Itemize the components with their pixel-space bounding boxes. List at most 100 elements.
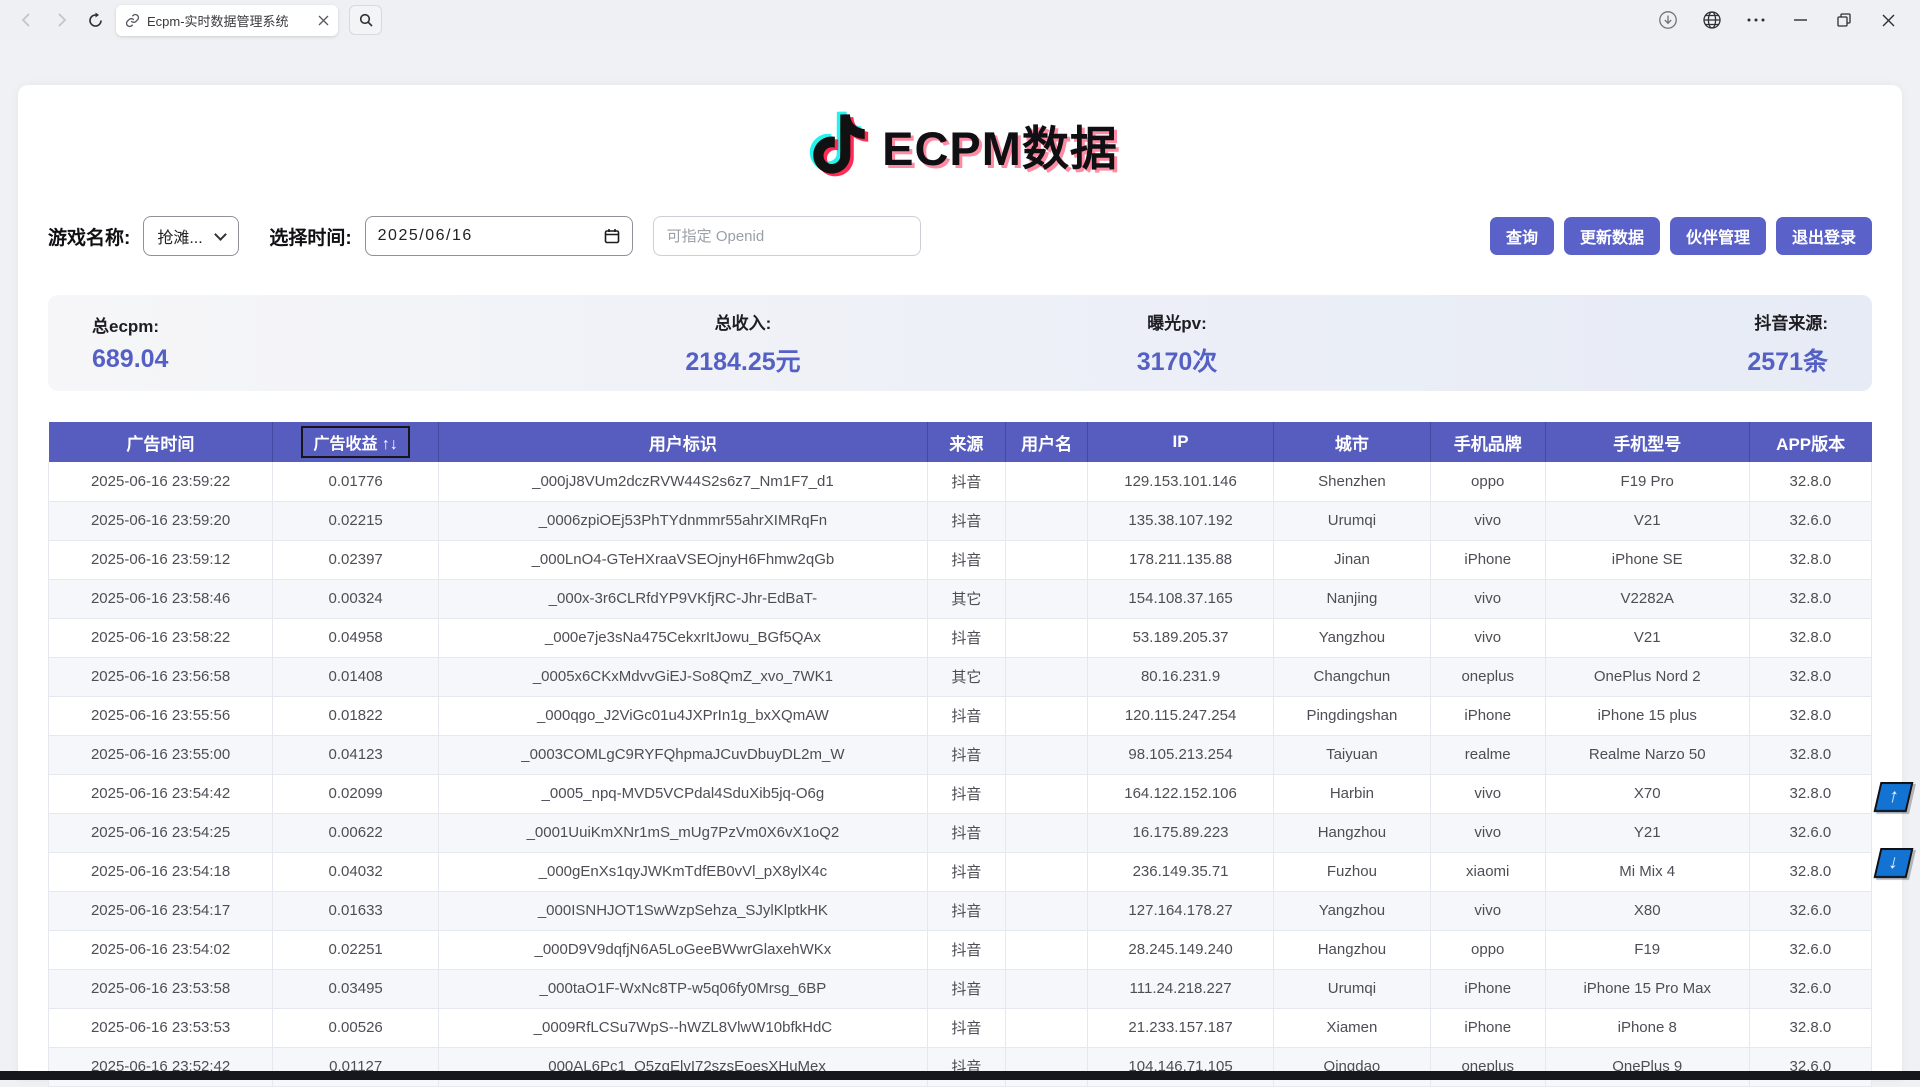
more-options-button[interactable] [1734,3,1778,37]
table-cell: 80.16.231.9 [1088,657,1274,696]
scroll-to-top-button[interactable]: ↑ [1874,782,1914,812]
arrow-down-icon: ↓ [1886,852,1901,874]
table-cell [1006,1008,1088,1047]
tab-close-button[interactable] [318,15,329,26]
back-button[interactable] [10,3,44,37]
table-cell: _0005x6CKxMdvvGiEJ-So8QmZ_xvo_7WK1 [439,657,928,696]
table-cell: _000ISNHJOT1SwWzpSehza_SJylKlptkHK [439,891,928,930]
table-cell: 0.04958 [273,618,439,657]
table-cell: 32.8.0 [1749,579,1871,618]
column-header[interactable]: 广告收益 ↑↓ [273,422,439,462]
table-cell: 0.01822 [273,696,439,735]
table-cell: vivo [1430,618,1545,657]
restore-button[interactable] [1822,3,1866,37]
table-cell: Jinan [1274,540,1431,579]
table-cell: F19 [1545,930,1749,969]
table-cell: 抖音 [927,852,1005,891]
search-button[interactable] [349,5,382,35]
table-cell: 0.04032 [273,852,439,891]
browser-tab[interactable]: Ecpm-实时数据管理系统 [116,5,338,36]
table-row: 2025-06-16 23:53:530.00526_0009RfLCSu7Wp… [49,1008,1872,1047]
table-cell: _0005_npq-MVD5VCPdal4SduXib5jq-O6g [439,774,928,813]
table-cell: 2025-06-16 23:54:17 [49,891,273,930]
table-cell: 32.8.0 [1749,852,1871,891]
update-data-button[interactable]: 更新数据 [1564,217,1660,255]
table-cell: 0.00526 [273,1008,439,1047]
table-cell [1006,579,1088,618]
table-cell: OnePlus Nord 2 [1545,657,1749,696]
table-cell: Hangzhou [1274,930,1431,969]
table-row: 2025-06-16 23:55:000.04123_0003COMLgC9RY… [49,735,1872,774]
table-cell: 21.233.157.187 [1088,1008,1274,1047]
minimize-button[interactable] [1778,3,1822,37]
data-table: 广告时间广告收益 ↑↓用户标识来源用户名IP城市手机品牌手机型号APP版本 20… [48,422,1872,1087]
table-cell: F19 Pro [1545,462,1749,501]
sort-revenue-button[interactable]: 广告收益 ↑↓ [301,426,409,458]
table-cell: iPhone [1430,969,1545,1008]
openid-input[interactable] [653,216,921,256]
game-select[interactable]: 抢滩... [143,216,239,256]
window-close-button[interactable] [1866,3,1910,37]
table-cell: 32.8.0 [1749,696,1871,735]
table-cell: Realme Narzo 50 [1545,735,1749,774]
table-cell: 0.02099 [273,774,439,813]
table-cell: 0.01408 [273,657,439,696]
column-header: 广告时间 [49,422,273,462]
table-cell: 2025-06-16 23:53:53 [49,1008,273,1047]
table-cell: Fuzhou [1274,852,1431,891]
stat-value: 689.04 [92,345,168,374]
table-cell: Xiamen [1274,1008,1431,1047]
table-cell [1006,696,1088,735]
table-cell: vivo [1430,891,1545,930]
table-cell: 2025-06-16 23:59:12 [49,540,273,579]
table-cell [1006,462,1088,501]
column-header: 来源 [927,422,1005,462]
logout-button[interactable]: 退出登录 [1776,217,1872,255]
table-cell: 32.8.0 [1749,1008,1871,1047]
table-cell: 120.115.247.254 [1088,696,1274,735]
partner-manage-button[interactable]: 伙伴管理 [1670,217,1766,255]
table-cell: 16.175.89.223 [1088,813,1274,852]
table-cell: Y21 [1545,813,1749,852]
calendar-icon[interactable] [604,228,620,244]
table-cell: 2025-06-16 23:54:42 [49,774,273,813]
table-row: 2025-06-16 23:52:420.01127_000AL6Pc1_O5z… [49,1047,1872,1086]
scroll-to-bottom-button[interactable]: ↓ [1874,848,1914,878]
table-cell: 0.02397 [273,540,439,579]
date-input[interactable]: 2025/06/16 [365,216,633,256]
stat-label: 曝光pv: [1147,309,1207,334]
table-cell: 0.02251 [273,930,439,969]
table-cell: Hangzhou [1274,813,1431,852]
table-cell: _0009RfLCSu7WpS--hWZL8VlwW10bfkHdC [439,1008,928,1047]
table-row: 2025-06-16 23:59:220.01776_000jJ8VUm2dcz… [49,462,1872,501]
globe-button[interactable] [1690,3,1734,37]
table-cell: iPhone [1430,1008,1545,1047]
download-button[interactable] [1646,3,1690,37]
table-cell: 129.153.101.146 [1088,462,1274,501]
table-cell: 32.8.0 [1749,618,1871,657]
stat-label: 总ecpm: [92,312,159,337]
refresh-button[interactable] [78,3,112,37]
table-cell: 抖音 [927,813,1005,852]
forward-button[interactable] [44,3,78,37]
table-cell: 32.8.0 [1749,735,1871,774]
column-header: 手机品牌 [1430,422,1545,462]
table-cell: _000D9V9dqfjN6A5LoGeeBWwrGlaxehWKx [439,930,928,969]
tab-title: Ecpm-实时数据管理系统 [147,11,311,30]
table-cell: 0.00622 [273,813,439,852]
stat-total-ecpm: 总ecpm: 689.04 [92,295,526,391]
table-row: 2025-06-16 23:55:560.01822_000qgo_J2ViGc… [49,696,1872,735]
table-cell: 2025-06-16 23:54:18 [49,852,273,891]
table-row: 2025-06-16 23:59:120.02397_000LnO4-GTeHX… [49,540,1872,579]
table-row: 2025-06-16 23:58:460.00324_000x-3r6CLRfd… [49,579,1872,618]
table-row: 2025-06-16 23:54:020.02251_000D9V9dqfjN6… [49,930,1872,969]
table-cell: iPhone [1430,696,1545,735]
table-cell: OnePlus 9 [1545,1047,1749,1086]
stats-bar: 总ecpm: 689.04 总收入: 2184.25元 曝光pv: 3170次 … [48,295,1872,391]
query-button[interactable]: 查询 [1490,217,1554,255]
stat-value: 2184.25元 [685,342,800,378]
table-cell: 抖音 [927,618,1005,657]
table-cell: V21 [1545,618,1749,657]
table-cell: 111.24.218.227 [1088,969,1274,1008]
table-cell: iPhone 15 Pro Max [1545,969,1749,1008]
